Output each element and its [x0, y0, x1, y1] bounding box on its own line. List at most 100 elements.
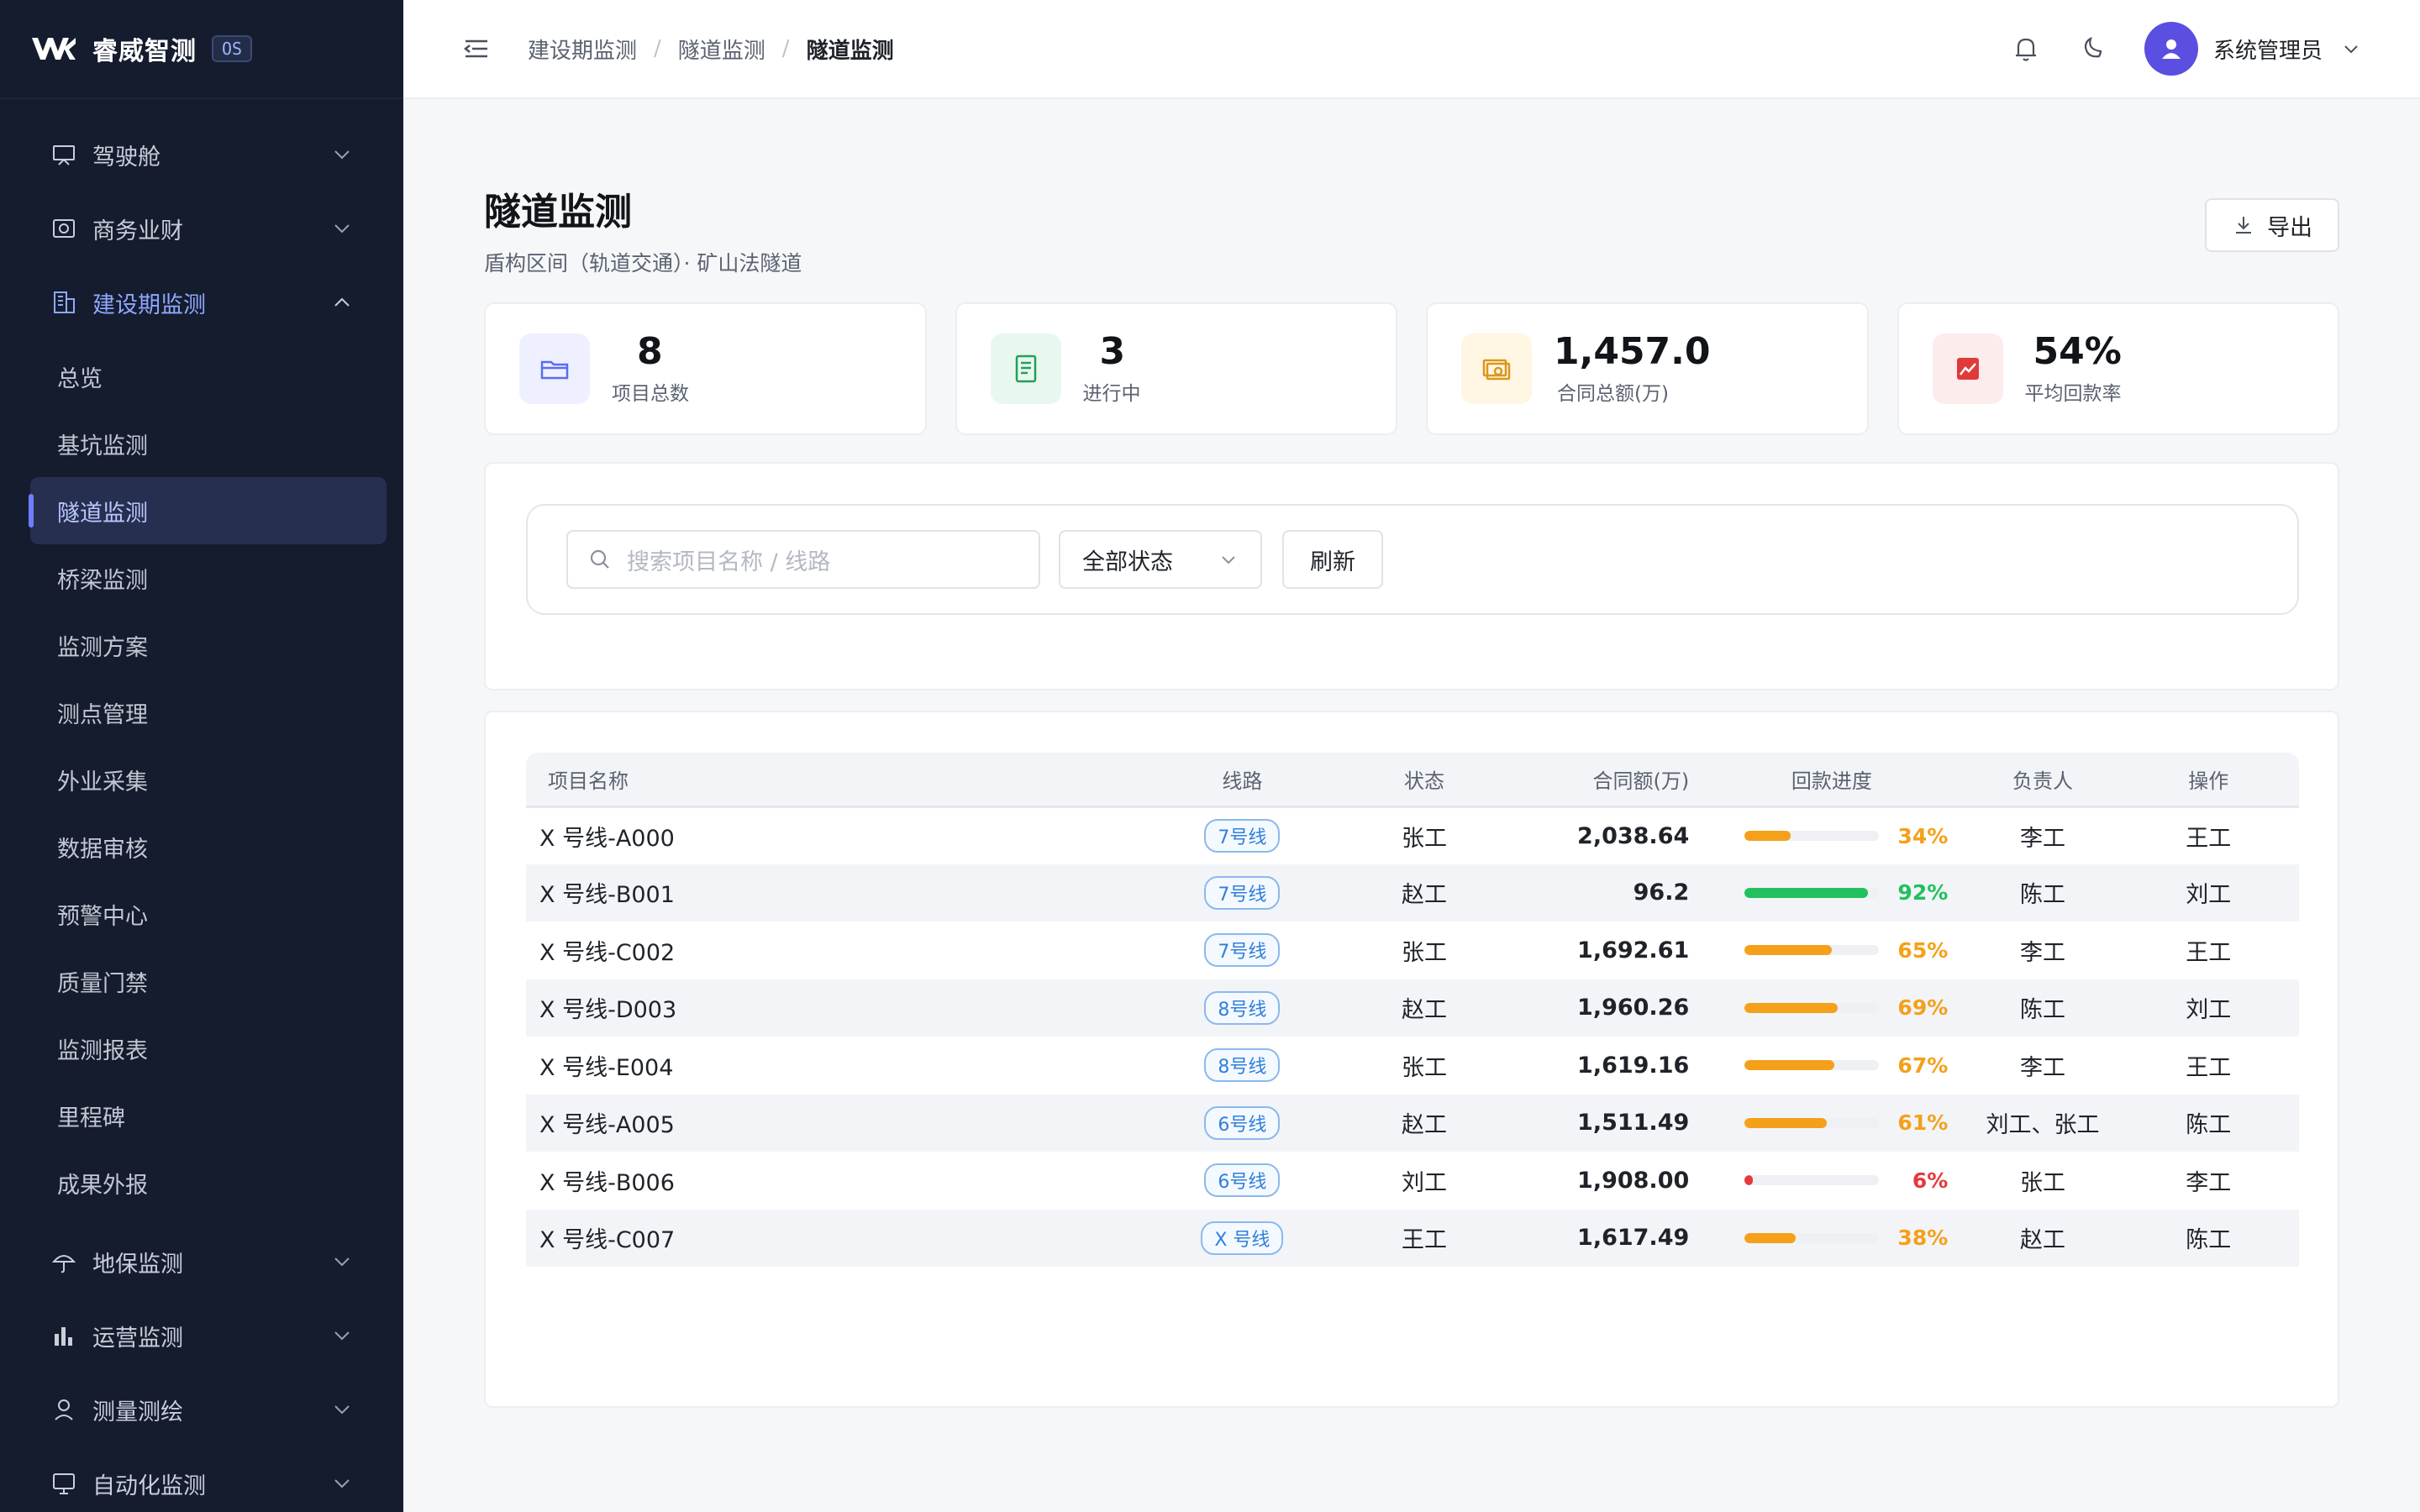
sidebar-item-points[interactable]: 测点管理 [30, 679, 387, 746]
nav-group-cockpit[interactable]: 驾驶舱 [0, 118, 403, 192]
operation-cell[interactable]: 王工 [2118, 1037, 2299, 1095]
table-row[interactable]: X 号线-C007 X 号线 王工 1,617.49 38% 赵工 陈工 [526, 1209, 2299, 1268]
project-name[interactable]: X 号线-D003 [526, 979, 1160, 1037]
sidebar-item-field[interactable]: 外业采集 [30, 746, 387, 813]
finance-icon [53, 219, 75, 238]
owner-cell: 刘工、张工 [1986, 1112, 2100, 1139]
project-name[interactable]: X 号线-B001 [526, 864, 1160, 922]
nav-group-survey[interactable]: 测量测绘 [0, 1373, 403, 1446]
nav-group-automation[interactable]: 自动化监测 [0, 1446, 403, 1512]
nav-group-operation[interactable]: 运营监测 [0, 1299, 403, 1373]
status-cell: 赵工 [1401, 997, 1447, 1024]
umbrella-icon [51, 1255, 76, 1273]
column-header[interactable]: 合同额(万) [1523, 753, 1697, 808]
status-select[interactable]: 全部状态 [1059, 530, 1262, 589]
brand[interactable]: 睿威智测 OS [0, 0, 403, 99]
project-name[interactable]: X 号线-A005 [526, 1095, 1160, 1152]
sidebar-item-foundation-pit[interactable]: 基坑监测 [30, 410, 387, 477]
table-row[interactable]: X 号线-C002 7号线 张工 1,692.61 65% 李工 王工 [526, 921, 2299, 979]
table-row[interactable]: X 号线-A000 7号线 张工 2,038.64 34% 李工 王工 [526, 806, 2299, 864]
column-header[interactable]: 负责人 [1967, 753, 2118, 808]
owner-cell: 陈工 [2019, 997, 2065, 1024]
sidebar-item-overview[interactable]: 总览 [30, 343, 387, 410]
nav-group-ground-protection[interactable]: 地保监测 [0, 1225, 403, 1299]
operation-cell[interactable]: 刘工 [2118, 864, 2299, 922]
operation-cell[interactable]: 王工 [2118, 921, 2299, 979]
table-row[interactable]: X 号线-B001 7号线 赵工 96.2 92% 陈工 刘工 [526, 864, 2299, 922]
project-name[interactable]: X 号线-C007 [526, 1210, 1160, 1268]
column-header[interactable]: 项目名称 [526, 753, 1160, 808]
sidebar-item-tunnel[interactable]: 隧道监测 [29, 477, 387, 544]
sidebar-item-milestone[interactable]: 里程碑 [30, 1082, 387, 1149]
refresh-button[interactable]: 刷新 [1282, 530, 1383, 589]
bell-icon[interactable] [2010, 33, 2042, 65]
column-header[interactable]: 线路 [1160, 753, 1325, 808]
progress-bar [1744, 1232, 1880, 1243]
progress-bar-fill [1744, 1060, 1835, 1071]
download-icon [2236, 217, 2251, 234]
chevron-down-icon[interactable] [2341, 39, 2361, 59]
moon-icon[interactable] [2077, 33, 2109, 65]
operation-cell[interactable]: 陈工 [2118, 1095, 2299, 1152]
project-name[interactable]: X 号线-B006 [526, 1152, 1160, 1210]
table-row[interactable]: X 号线-D003 8号线 赵工 1,960.26 69% 陈工 刘工 [526, 979, 2299, 1037]
progress: 34% [1744, 824, 1967, 848]
status-cell: 赵工 [1401, 882, 1447, 909]
stat-icon-box [519, 333, 590, 404]
topbar: 建设期监测 / 隧道监测 / 隧道监测 系统管理员 [403, 0, 2420, 99]
sidebar-item-results[interactable]: 成果外报 [30, 1149, 387, 1216]
user-name[interactable]: 系统管理员 [2213, 34, 2323, 65]
page-subtitle: 盾构区间（轨道交通）· 矿山法隧道 [484, 251, 802, 276]
table-row[interactable]: X 号线-E004 8号线 张工 1,619.16 67% 李工 王工 [526, 1037, 2299, 1095]
sidebar-item-review[interactable]: 数据审核 [30, 813, 387, 880]
stat-icon-box [1461, 333, 1532, 404]
menu-fold-icon[interactable] [462, 34, 491, 63]
project-name[interactable]: X 号线-E004 [526, 1037, 1160, 1095]
main-content: 隧道监测 盾构区间（轨道交通）· 矿山法隧道 导出 8 项目总数 3 进行中 1… [403, 101, 2420, 1512]
stat-value: 3 [1099, 329, 1126, 373]
project-name[interactable]: X 号线-C002 [526, 921, 1160, 979]
line-cell: 6号线 [1160, 1095, 1324, 1152]
line-cell: 7号线 [1160, 806, 1324, 864]
column-header[interactable]: 回款进度 [1696, 753, 1968, 808]
export-button[interactable]: 导出 [2205, 198, 2339, 252]
table-row[interactable]: X 号线-A005 6号线 赵工 1,511.49 61% 刘工、张工 陈工 [526, 1094, 2299, 1152]
stat-card-total: 8 项目总数 [484, 302, 927, 435]
search-placeholder: 搜索项目名称 / 线路 [627, 549, 831, 575]
sidebar-item-alert[interactable]: 预警中心 [30, 880, 387, 948]
column-header[interactable]: 状态 [1324, 753, 1524, 808]
brand-badge: OS [212, 35, 253, 62]
nav-group-finance[interactable]: 商务业财 [0, 192, 403, 265]
progress-percent: 65% [1897, 937, 1949, 963]
money-icon [1482, 359, 1511, 381]
nav-group-construction[interactable]: 建设期监测 [0, 265, 403, 339]
amount-cell: 1,617.49 [1577, 1225, 1690, 1252]
sidebar-item-bridge[interactable]: 桥梁监测 [30, 544, 387, 612]
operation-cell[interactable]: 王工 [2118, 806, 2299, 864]
progress-bar [1744, 945, 1880, 956]
progress-bar-fill [1744, 945, 1833, 956]
sidebar-item-quality[interactable]: 质量门禁 [30, 948, 387, 1015]
chevron-down-icon [1222, 556, 1235, 564]
breadcrumb-item[interactable]: 建设期监测 [528, 34, 637, 65]
chevron-down-icon [334, 1331, 350, 1341]
stat-value: 8 [637, 329, 663, 373]
nav-group-label: 运营监测 [92, 1325, 183, 1352]
owner-cell: 赵工 [2019, 1227, 2065, 1254]
operation-cell[interactable]: 陈工 [2118, 1210, 2299, 1268]
sidebar-item-report[interactable]: 监测报表 [30, 1015, 387, 1082]
breadcrumb-current: 隧道监测 [806, 38, 894, 64]
nav-group-label: 自动化监测 [92, 1473, 206, 1499]
operation-cell[interactable]: 刘工 [2118, 979, 2299, 1037]
building-icon [54, 291, 75, 313]
search-input[interactable]: 搜索项目名称 / 线路 [566, 530, 1040, 589]
column-header[interactable]: 操作 [2118, 753, 2299, 808]
breadcrumb-item[interactable]: 隧道监测 [678, 34, 765, 65]
table-row[interactable]: X 号线-B006 6号线 刘工 1,908.00 6% 张工 李工 [526, 1152, 2299, 1210]
project-name[interactable]: X 号线-A000 [526, 806, 1160, 864]
operation-cell[interactable]: 李工 [2118, 1152, 2299, 1210]
avatar[interactable] [2144, 22, 2198, 76]
sidebar-item-plan[interactable]: 监测方案 [30, 612, 387, 679]
stat-value: 1,457.0 [1554, 329, 1711, 373]
page-title: 隧道监测 [484, 191, 632, 234]
